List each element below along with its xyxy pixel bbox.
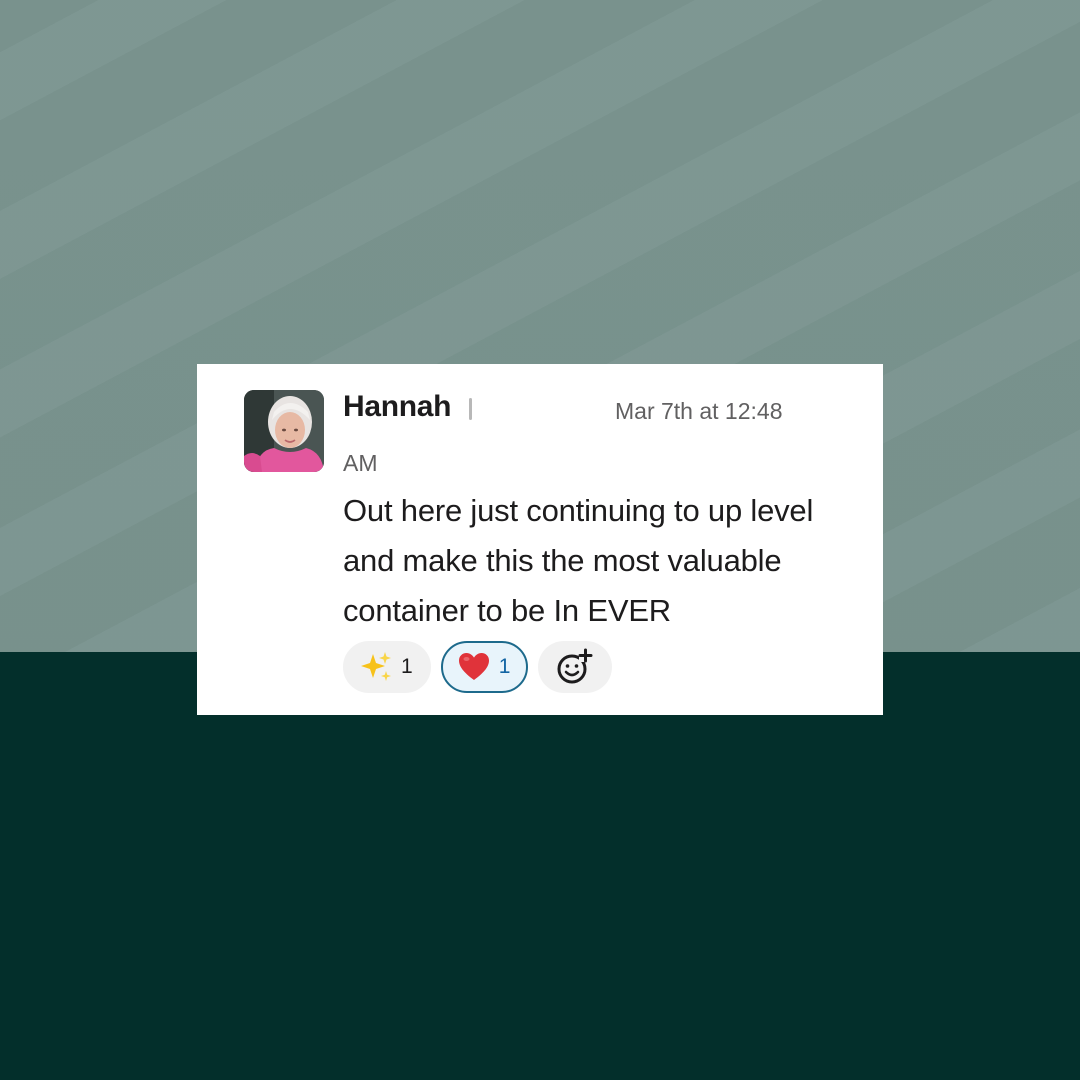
status-indicator — [469, 398, 472, 420]
background-bottom — [0, 652, 1080, 1080]
sender-name[interactable]: Hannah — [343, 390, 452, 424]
reaction-sparkles[interactable]: 1 — [343, 641, 431, 693]
sparkles-icon — [361, 652, 391, 681]
reaction-heart[interactable]: 1 — [440, 641, 529, 693]
reaction-count: 1 — [498, 655, 511, 678]
canvas: Hannah Mar 7th at 12:48 AM Out here just… — [0, 0, 1080, 1080]
timestamp-suffix[interactable]: AM — [343, 450, 378, 477]
message-card: Hannah Mar 7th at 12:48 AM Out here just… — [197, 364, 883, 715]
avatar[interactable] — [244, 390, 324, 472]
add-reaction-button[interactable] — [538, 641, 613, 693]
reactions-bar: 1 1 — [343, 640, 613, 694]
reaction-count: 1 — [401, 655, 413, 678]
heart-icon — [458, 653, 489, 680]
timestamp[interactable]: Mar 7th at 12:48 — [615, 398, 783, 425]
message-text: Out here just continuing to up level and… — [343, 493, 814, 628]
user-photo-avatar-icon — [244, 390, 324, 472]
add-reaction-icon — [557, 648, 593, 684]
